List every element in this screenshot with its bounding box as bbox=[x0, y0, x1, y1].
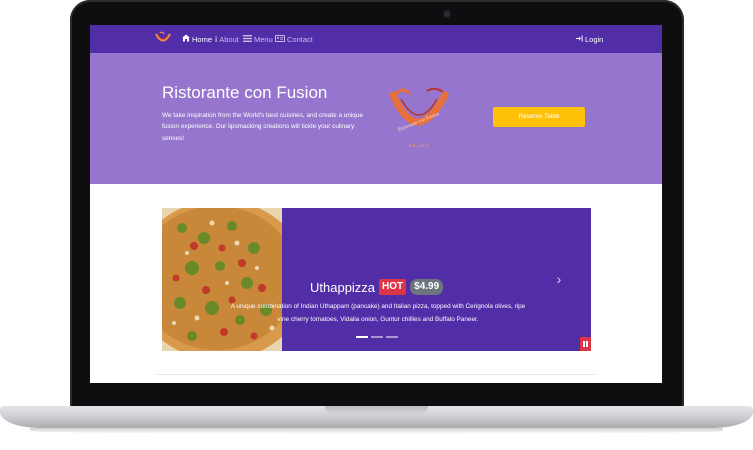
carousel-indicator[interactable] bbox=[371, 336, 383, 338]
laptop-notch bbox=[325, 406, 428, 414]
nav-item-label: Contact bbox=[287, 35, 313, 44]
carousel-next-button[interactable]: › bbox=[551, 271, 567, 287]
dish-description: A unique combination of Indian Uthappam … bbox=[230, 303, 526, 323]
hot-badge: HOT bbox=[379, 279, 407, 295]
restaurant-logo: Ristorante con Fusion Est. 2013 bbox=[389, 87, 449, 149]
jumbotron-title: Ristorante con Fusion bbox=[162, 83, 328, 102]
nav-item-label: Home bbox=[192, 35, 213, 44]
login-link[interactable]: Login bbox=[576, 34, 603, 46]
brand-logo-icon[interactable] bbox=[154, 31, 172, 47]
nav-item-label: About bbox=[219, 35, 239, 44]
website-screen: Home i About Menu Contact Login Ristoran… bbox=[90, 25, 662, 383]
camera-icon bbox=[444, 11, 450, 17]
dish-carousel[interactable]: Uthappizza HOT $4.99 A unique combinatio… bbox=[162, 208, 591, 351]
uthappizza-image bbox=[162, 208, 282, 351]
nav-item-home[interactable]: Home bbox=[182, 34, 212, 46]
carousel-indicator[interactable] bbox=[356, 336, 368, 338]
dish-name: Uthappizza bbox=[310, 279, 376, 295]
navbar: Home i About Menu Contact Login bbox=[90, 25, 662, 53]
carousel-indicators bbox=[356, 336, 398, 338]
pause-icon bbox=[583, 341, 585, 347]
nav-item-menu[interactable]: Menu bbox=[243, 34, 273, 46]
nav-item-about[interactable]: i About bbox=[215, 34, 239, 46]
carousel-pause-button[interactable] bbox=[580, 337, 591, 351]
reserve-table-button[interactable]: Reserve Table bbox=[493, 107, 585, 127]
jumbotron-text: We take inspiration from the World's bes… bbox=[162, 112, 363, 142]
carousel-indicator[interactable] bbox=[386, 336, 398, 338]
nav-item-label: Menu bbox=[254, 35, 273, 44]
chevron-right-icon: › bbox=[556, 271, 562, 287]
nav-item-contact[interactable]: Contact bbox=[275, 34, 313, 46]
address-card-icon bbox=[275, 34, 285, 46]
price-badge: $4.99 bbox=[410, 279, 444, 295]
login-label: Login bbox=[585, 35, 604, 44]
jumbotron: Ristorante con Fusion We take inspiratio… bbox=[90, 53, 662, 184]
laptop-shadow bbox=[30, 428, 723, 434]
home-icon bbox=[182, 34, 190, 46]
list-icon bbox=[243, 34, 252, 46]
carousel-caption-title: Uthappizza HOT $4.99 bbox=[310, 279, 444, 295]
content-divider bbox=[156, 374, 596, 375]
svg-text:Est. 2013: Est. 2013 bbox=[409, 143, 430, 149]
sign-in-icon bbox=[576, 34, 583, 46]
info-icon: i bbox=[215, 35, 218, 44]
